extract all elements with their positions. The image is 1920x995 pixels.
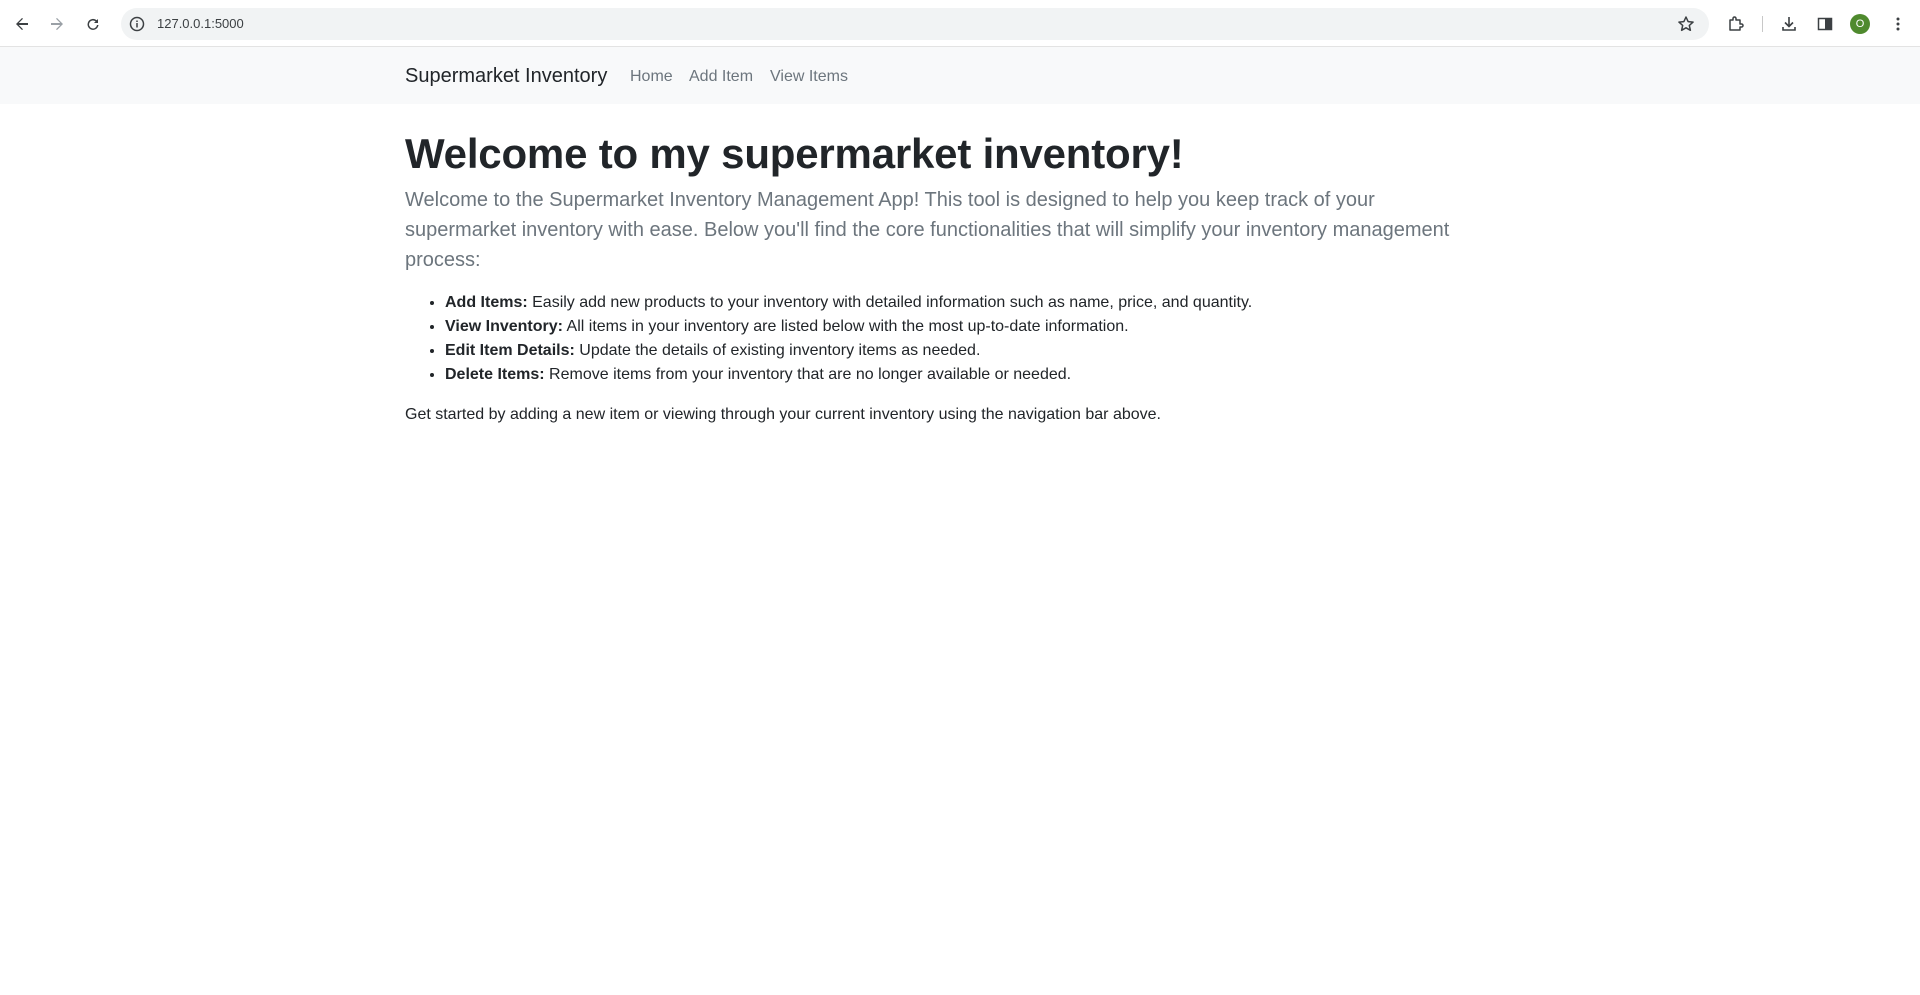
star-icon[interactable]: [1677, 15, 1695, 38]
navbar-brand[interactable]: Supermarket Inventory: [405, 64, 607, 88]
feature-list: Add Items: Easily add new products to yo…: [405, 291, 1515, 387]
download-icon[interactable]: [1776, 11, 1802, 37]
address-bar[interactable]: 127.0.0.1:5000: [121, 8, 1709, 40]
feature-text: Remove items from your inventory that ar…: [544, 366, 1072, 383]
feature-label: Edit Item Details:: [445, 342, 575, 359]
side-panel-icon[interactable]: [1812, 11, 1838, 37]
feature-text: Update the details of existing inventory…: [574, 342, 981, 359]
feature-text: All items in your inventory are listed b…: [562, 318, 1129, 335]
lead-paragraph: Welcome to the Supermarket Inventory Man…: [405, 189, 1450, 271]
page-title: Welcome to my supermarket inventory!: [405, 130, 1184, 177]
nav-link-view-items[interactable]: View Items: [770, 67, 848, 87]
main-content: Welcome to my supermarket inventory! Wel…: [405, 126, 1515, 427]
reload-icon[interactable]: [80, 11, 106, 37]
toolbar-divider: [1762, 16, 1763, 32]
nav-link-add-item[interactable]: Add Item: [689, 67, 753, 87]
site-navbar: Supermarket Inventory Home Add Item View…: [0, 47, 1920, 104]
back-arrow-icon[interactable]: [9, 11, 35, 37]
browser-toolbar: 127.0.0.1:5000 O: [0, 0, 1920, 47]
profile-avatar[interactable]: O: [1850, 14, 1870, 34]
url-text[interactable]: 127.0.0.1:5000: [157, 16, 244, 32]
nav-link-home[interactable]: Home: [630, 67, 673, 87]
list-item: Edit Item Details: Update the details of…: [445, 339, 1515, 363]
feature-label: Add Items:: [445, 294, 528, 311]
feature-text: Easily add new products to your inventor…: [527, 294, 1253, 311]
info-icon[interactable]: [129, 16, 145, 32]
extensions-icon[interactable]: [1723, 11, 1749, 37]
list-item: Add Items: Easily add new products to yo…: [445, 291, 1515, 315]
outro-paragraph: Get started by adding a new item or view…: [405, 406, 1161, 423]
feature-label: Delete Items:: [445, 366, 545, 383]
menu-dots-icon[interactable]: [1885, 11, 1911, 37]
list-item: View Inventory: All items in your invent…: [445, 315, 1515, 339]
list-item: Delete Items: Remove items from your inv…: [445, 363, 1515, 387]
feature-label: View Inventory:: [445, 318, 563, 335]
forward-arrow-icon[interactable]: [44, 11, 70, 37]
